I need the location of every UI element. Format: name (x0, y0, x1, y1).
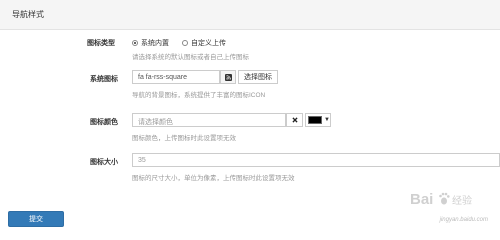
choose-icon-button[interactable]: 选择图标 (238, 70, 278, 84)
icon-type-help: 请选择系统的默认图标或者自己上传图标 (132, 54, 249, 61)
icon-type-label: 图标类型 (87, 40, 115, 47)
icon-size-input[interactable]: 35 (132, 153, 500, 167)
icon-size-label: 图标大小 (90, 159, 118, 166)
paw-icon (439, 192, 450, 205)
icon-color-label: 图标颜色 (90, 119, 118, 126)
panel-header: 导航样式 (0, 0, 500, 30)
radio-builtin-dot[interactable] (132, 40, 138, 46)
icon-color-help: 图标颜色，上传图标时此设置项无效 (132, 135, 236, 142)
choose-icon-button-label: 选择图标 (244, 74, 272, 81)
radio-upload-dot[interactable] (182, 40, 188, 46)
rss-square-icon (224, 73, 232, 81)
radio-builtin[interactable]: 系统内置 (132, 38, 169, 48)
system-icon-help: 导航的背景图标，系统提供了丰富的图标ICON (132, 92, 266, 99)
submit-button[interactable]: 提交 (8, 211, 64, 227)
close-icon[interactable] (291, 117, 298, 123)
watermark-brand: Bai (410, 191, 433, 208)
panel-title: 导航样式 (12, 10, 44, 19)
color-swatch[interactable] (308, 116, 322, 124)
system-icon-label: 系统图标 (90, 76, 118, 83)
icon-size-help: 图标的尺寸大小，单位为像素，上传图标时此设置项无效 (132, 175, 295, 182)
watermark-logo: Bai 经验 (410, 191, 472, 208)
radio-upload-label: 自定义上传 (191, 40, 226, 47)
settings-panel: 导航样式 图标类型 系统内置 自定义上传 请选择系统的默认图标或者自己上传图标 … (0, 0, 500, 200)
clear-color-button[interactable] (286, 113, 303, 127)
system-icon-input[interactable]: fa fa-rss-square (132, 70, 220, 84)
color-picker[interactable]: ▼ (305, 113, 331, 127)
watermark-suffix: 经验 (452, 194, 472, 207)
radio-upload[interactable]: 自定义上传 (182, 38, 226, 48)
watermark-url: jingyan.baidu.com (439, 217, 488, 223)
chevron-down-icon[interactable]: ▼ (324, 117, 330, 123)
icon-preview-addon (220, 70, 236, 84)
submit-button-label: 提交 (29, 216, 43, 223)
icon-color-input[interactable]: 请选择颜色 (132, 113, 286, 127)
radio-builtin-label: 系统内置 (141, 40, 169, 47)
